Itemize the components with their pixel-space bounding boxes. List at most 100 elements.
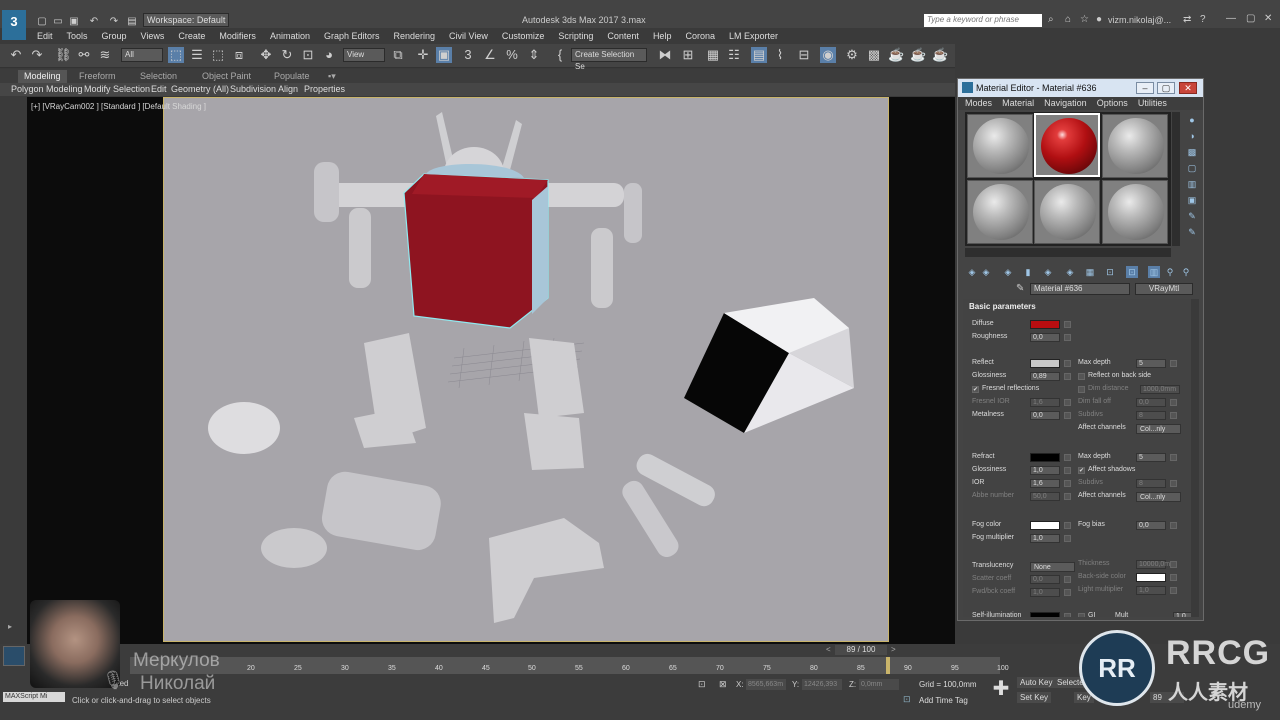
menu-corona[interactable]: Corona [678,29,722,43]
move-icon[interactable]: ✥ [258,47,274,63]
menu-modes[interactable]: Modes [965,98,992,108]
rollout-title[interactable]: Basic parameters [969,302,1036,311]
material-name-field[interactable]: Material #636 [1030,283,1130,295]
undo-icon[interactable]: ↶ [86,14,102,30]
color-swatch[interactable] [1030,320,1060,329]
color-swatch[interactable] [1030,612,1060,617]
assign-to-selection-icon[interactable]: ◈ [1002,266,1014,278]
edit-named-selection-icon[interactable]: { [552,47,568,63]
favorites-icon[interactable]: ☆ [1080,14,1089,25]
param-dropdown[interactable]: Col...nly [1136,492,1181,502]
named-selection-dropdown[interactable]: Create Selection Se [571,48,647,71]
workspace-dropdown[interactable]: Workspace: Default [143,13,229,27]
map-button[interactable] [1064,589,1071,596]
map-button[interactable] [1170,561,1177,568]
prev-frame-icon[interactable]: < [826,645,831,654]
viewport-layout-tab-icon[interactable] [3,646,25,666]
param-value[interactable]: 1,0 [1030,466,1060,475]
menu-animation[interactable]: Animation [263,29,317,43]
menu-lm-exporter[interactable]: LM Exporter [722,29,785,43]
pick-material-icon[interactable]: ⚲ [1180,266,1192,278]
show-shaded-icon[interactable]: ⊡ [1104,266,1116,278]
param-value[interactable]: 50,0 [1030,492,1060,501]
param-value[interactable]: 0,0 [1136,521,1166,530]
curve-editor-icon[interactable]: ⌇ [772,47,788,63]
panel-subdivision[interactable]: Subdivision [230,83,276,96]
put-to-library-icon[interactable]: ◈ [1064,266,1076,278]
map-button[interactable] [1064,412,1071,419]
sample-slot[interactable] [1102,114,1168,178]
menu-customize[interactable]: Customize [495,29,552,43]
menu-material[interactable]: Material [1002,98,1034,108]
color-swatch[interactable] [1136,573,1166,582]
isolate-selection-icon[interactable]: ⊡ [698,679,706,690]
panel-geometry-all[interactable]: Geometry (All) [171,83,229,96]
menu-edit[interactable]: Edit [30,29,60,43]
unlink-icon[interactable]: ⚯ [76,47,92,63]
z-coordinate-field[interactable]: 0,0mm [859,679,899,690]
menu-utilities[interactable]: Utilities [1138,98,1167,108]
pivot-center-icon[interactable]: ⧉ [390,47,406,63]
map-button[interactable] [1064,467,1071,474]
go-forward-icon[interactable]: ⚲ [1164,266,1176,278]
map-button[interactable] [1064,373,1071,380]
safe-frame-scene[interactable] [163,97,889,642]
param-value[interactable]: 1,0 [1030,534,1060,543]
vray-render-icon[interactable]: ☕ [932,47,948,63]
y-coordinate-field[interactable]: 12426,393 [802,679,842,690]
close-button[interactable]: ✕ [1179,82,1197,94]
render-active-icon[interactable]: ☕ [910,47,926,63]
help-icon[interactable]: ? [1200,14,1206,25]
mirror-icon[interactable]: ⧓ [657,47,673,63]
tab-selection[interactable]: Selection [134,70,183,83]
menu-options[interactable]: Options [1097,98,1128,108]
param-checkbox[interactable]: ✔ [972,386,979,393]
map-button[interactable] [1064,613,1071,617]
set-key-icon[interactable]: ✚ [990,678,1012,700]
window-crossing-icon[interactable]: ⧈ [231,47,247,63]
sample-slot[interactable] [1034,180,1100,244]
param-dropdown[interactable]: Col...nly [1136,424,1181,434]
select-by-material-icon[interactable]: ✎ [1186,226,1198,238]
map-button[interactable] [1170,480,1177,487]
menu-scripting[interactable]: Scripting [551,29,600,43]
material-id-icon[interactable]: ▦ [1084,266,1096,278]
rendered-frame-window-icon[interactable]: ▩ [866,47,882,63]
menu-modifiers[interactable]: Modifiers [212,29,263,43]
uv-tiling-icon[interactable]: ▢ [1186,162,1198,174]
get-material-icon[interactable]: ◈ [966,266,978,278]
current-frame-marker[interactable] [886,657,890,674]
map-button[interactable] [1064,321,1071,328]
add-time-tag[interactable]: Add Time Tag [919,696,968,705]
app-logo[interactable]: 3 [2,10,26,40]
menu-create[interactable]: Create [171,29,212,43]
param-value[interactable]: 1,6 [1030,479,1060,488]
align-icon[interactable]: ⊞ [680,47,696,63]
menu-civil-view[interactable]: Civil View [442,29,495,43]
set-key-button[interactable]: Set Key [1017,692,1052,703]
make-preview-icon[interactable]: ▣ [1186,194,1198,206]
map-button[interactable] [1064,360,1071,367]
map-button[interactable] [1064,493,1071,500]
param-checkbox[interactable]: ✔ [1078,467,1085,474]
material-type-button[interactable]: VRayMtl [1135,283,1193,295]
time-tag-icon[interactable]: ⊡ [903,694,911,705]
redo-icon[interactable]: ↷ [106,14,122,30]
panel-properties[interactable]: Properties [304,83,345,96]
tab-modeling[interactable]: Modeling [18,70,67,83]
params-scrollbar[interactable] [1191,299,1199,617]
map-button[interactable] [1170,522,1177,529]
project-folder-icon[interactable]: ▤ [124,14,140,30]
menu-tools[interactable]: Tools [60,29,95,43]
auto-key-button[interactable]: Auto Key [1017,677,1056,688]
search-input[interactable]: Type a keyword or phrase [924,14,1042,27]
minimize-button[interactable]: – [1136,82,1154,94]
param-value[interactable]: 0,0 [1030,333,1060,342]
panel-align[interactable]: Align [278,83,298,96]
param-value[interactable]: 5 [1136,359,1166,368]
scene-explorer-icon[interactable]: ▦ [705,47,721,63]
keyboard-shortcut-override-icon[interactable]: ▣ [436,47,452,63]
link-icon[interactable]: ⛓ [55,47,72,63]
slots-horizontal-scrollbar[interactable] [965,248,1171,257]
param-dropdown[interactable]: None [1030,562,1075,572]
